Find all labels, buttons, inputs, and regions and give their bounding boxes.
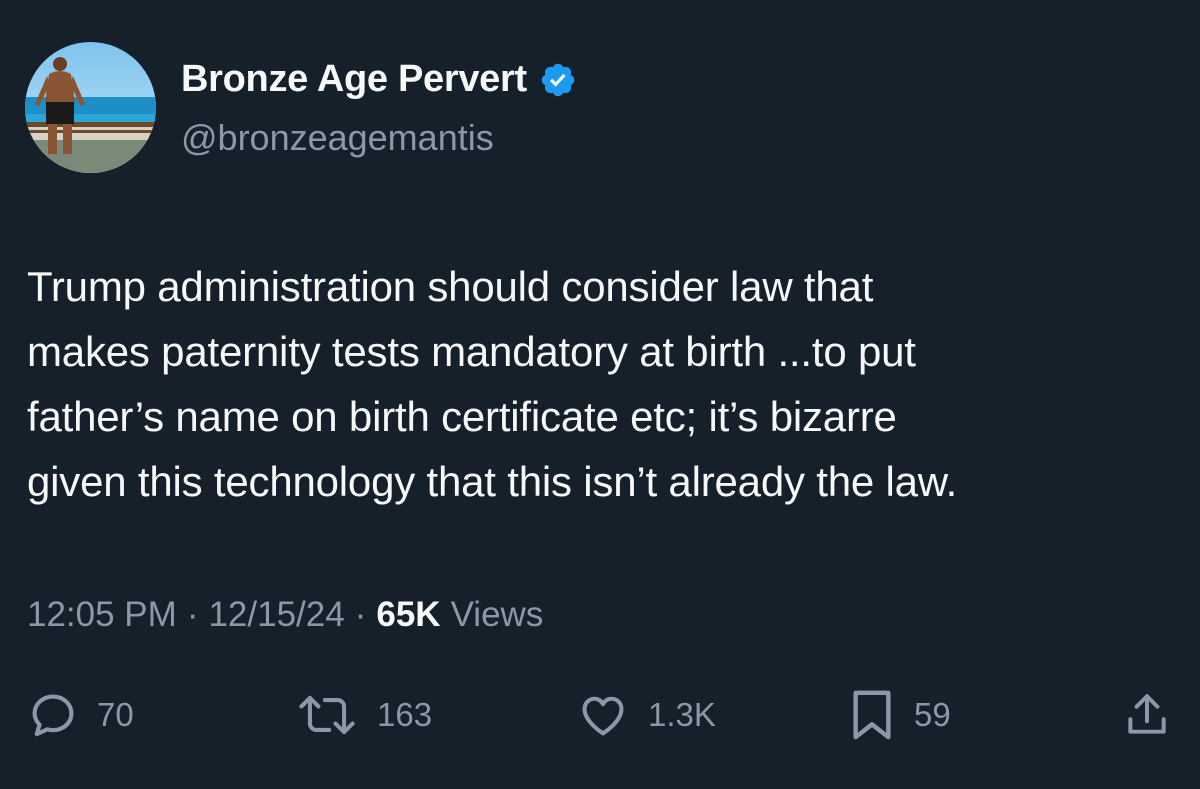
tweet-time[interactable]: 12:05 PM — [27, 595, 177, 635]
tweet-text: Trump administration should consider law… — [27, 263, 958, 505]
meta-separator: · — [186, 595, 199, 634]
author-display-name[interactable]: Bronze Age Pervert — [181, 58, 527, 101]
verified-badge-icon[interactable] — [539, 61, 577, 99]
like-count: 1.3K — [648, 696, 716, 733]
bookmark-icon — [853, 690, 891, 740]
views-label: Views — [450, 595, 544, 634]
like-button[interactable]: 1.3K — [576, 683, 716, 747]
tweet-card: Bronze Age Pervert @bronzeagemantis Trum… — [0, 0, 1200, 789]
author-name-row: Bronze Age Pervert — [181, 58, 577, 101]
meta-separator: · — [354, 595, 367, 634]
repost-icon — [299, 695, 355, 735]
tweet-date[interactable]: 12/15/24 — [208, 595, 344, 635]
action-bar: 70 163 1.3K 59 — [0, 683, 1200, 747]
tweet-meta: 12:05 PM · 12/15/24 · 65K Views — [27, 595, 543, 635]
bookmark-count: 59 — [914, 696, 951, 733]
reply-icon — [32, 694, 74, 737]
reply-count: 70 — [97, 696, 134, 733]
share-icon — [1128, 694, 1166, 734]
bookmark-button[interactable]: 59 — [848, 683, 951, 747]
author-handle[interactable]: @bronzeagemantis — [181, 117, 494, 159]
avatar[interactable] — [25, 42, 156, 173]
repost-count: 163 — [377, 696, 433, 733]
share-button[interactable] — [1122, 683, 1172, 747]
views-count: 65K — [376, 595, 441, 634]
avatar-image — [25, 42, 156, 173]
heart-icon — [582, 696, 624, 736]
reply-button[interactable]: 70 — [27, 683, 134, 747]
repost-button[interactable]: 163 — [295, 683, 432, 747]
